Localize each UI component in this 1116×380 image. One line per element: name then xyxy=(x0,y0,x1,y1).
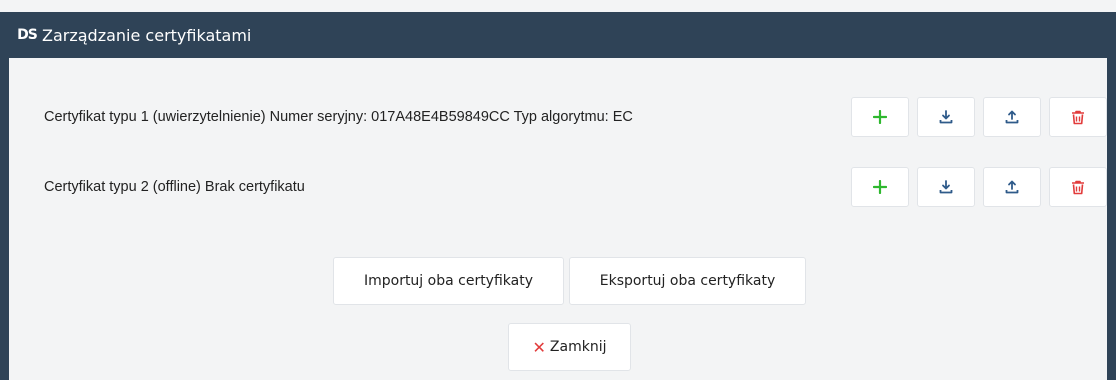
certificate-row-2: Certyfikat typu 2 (offline) Brak certyfi… xyxy=(44,165,1107,209)
delete-certificate-2-button[interactable] xyxy=(1049,167,1107,207)
dialog-titlebar: DS Zarządzanie certyfikatami xyxy=(0,12,1116,58)
download-certificate-1-button[interactable] xyxy=(917,97,975,137)
close-icon: ✕ xyxy=(532,337,546,357)
add-certificate-2-button[interactable] xyxy=(851,167,909,207)
close-button[interactable]: ✕ Zamknij xyxy=(508,323,631,371)
upload-certificate-2-button[interactable] xyxy=(983,167,1041,207)
import-both-button[interactable]: Importuj oba certyfikaty xyxy=(333,257,564,305)
download-certificate-2-button[interactable] xyxy=(917,167,975,207)
export-both-button[interactable]: Eksportuj oba certyfikaty xyxy=(569,257,806,305)
add-certificate-1-button[interactable] xyxy=(851,97,909,137)
app-logo: DS xyxy=(16,26,38,44)
delete-certificate-1-button[interactable] xyxy=(1049,97,1107,137)
certificate-1-label: Certyfikat typu 1 (uwierzytelnienie) Num… xyxy=(44,109,633,125)
certificate-1-actions xyxy=(851,97,1107,137)
trash-icon xyxy=(1072,180,1084,194)
upload-icon xyxy=(1005,180,1019,194)
close-button-label: Zamknij xyxy=(549,339,607,355)
plus-icon xyxy=(873,180,887,194)
download-icon xyxy=(939,110,953,124)
certificate-2-actions xyxy=(851,167,1107,207)
dialog-title: Zarządzanie certyfikatami xyxy=(42,25,252,45)
trash-icon xyxy=(1072,110,1084,124)
certificate-row-1: Certyfikat typu 1 (uwierzytelnienie) Num… xyxy=(44,95,1107,139)
upload-icon xyxy=(1005,110,1019,124)
certificate-2-label: Certyfikat typu 2 (offline) Brak certyfi… xyxy=(44,179,305,195)
download-icon xyxy=(939,180,953,194)
upload-certificate-1-button[interactable] xyxy=(983,97,1041,137)
certificate-management-dialog: DS Zarządzanie certyfikatami Certyfikat … xyxy=(0,12,1116,380)
plus-icon xyxy=(873,110,887,124)
logo-text: DS xyxy=(17,27,38,43)
